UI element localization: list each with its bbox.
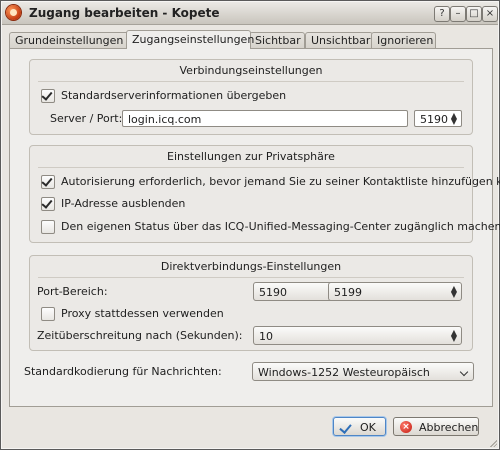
chevron-down-icon <box>459 367 469 377</box>
port-to-value: 5199 <box>334 286 362 299</box>
port-spinbox[interactable]: 5190 ▲ ▼ <box>414 110 462 127</box>
checkbox[interactable] <box>41 220 55 234</box>
checkbox-label: Proxy stattdessen verwenden <box>61 307 224 320</box>
tab-ignorieren[interactable]: Ignorieren <box>371 32 436 48</box>
port-value: 5190 <box>420 113 448 126</box>
server-input[interactable]: login.icq.com <box>122 110 408 127</box>
tab-panel: Verbindungseinstellungen Standardserveri… <box>9 48 500 407</box>
minimize-button[interactable]: – <box>450 6 466 22</box>
divider <box>38 81 464 82</box>
checkbox-label: Den eigenen Status über das ICQ-Unified-… <box>61 220 500 233</box>
timeout-value: 10 <box>259 330 273 343</box>
spin-arrows-icon[interactable]: ▲▼ <box>450 329 458 343</box>
dialog-window: Zugang bearbeiten - Kopete ? – □ × Grund… <box>0 0 500 450</box>
checkbox-label: Autorisierung erforderlich, bevor jemand… <box>61 175 500 188</box>
connection-settings-group: Verbindungseinstellungen Standardserveri… <box>29 59 473 135</box>
maximize-button[interactable]: □ <box>466 6 482 22</box>
timeout-label: Zeitüberschreitung nach (Sekunden): <box>37 329 243 342</box>
checkmark-icon <box>41 175 53 187</box>
port-range-to-spinbox[interactable]: 5199 ▲ ▼ <box>328 282 462 301</box>
ok-label: OK <box>360 421 376 434</box>
server-port-label: Server / Port: <box>50 112 123 125</box>
ok-button[interactable]: OK <box>333 417 386 436</box>
timeout-spinbox[interactable]: 10 ▲ ▼ <box>253 326 462 345</box>
resize-grip-icon[interactable] <box>488 438 497 447</box>
spin-arrows-icon[interactable]: ▲▼ <box>450 285 458 299</box>
privacy-settings-group: Einstellungen zur Privatsphäre Autorisie… <box>29 145 500 243</box>
kopete-app-icon[interactable] <box>6 5 21 20</box>
encoding-dropdown[interactable]: Windows-1252 Westeuropäisch <box>252 362 474 381</box>
cancel-icon: × <box>400 421 412 433</box>
window-title: Zugang bearbeiten - Kopete <box>29 6 220 20</box>
divider <box>38 167 464 168</box>
checkbox-label: Standardserverinformationen übergeben <box>61 89 287 102</box>
cancel-label: Abbrechen <box>419 421 479 434</box>
divider <box>38 277 464 278</box>
encoding-label: Standardkodierung für Nachrichten: <box>24 365 222 378</box>
checkmark-icon <box>339 421 352 434</box>
direct-connection-group: Direktverbindungs-Einstellungen Port-Ber… <box>29 255 473 351</box>
checkmark-icon <box>41 197 53 209</box>
spin-arrows-icon[interactable]: ▲▼ <box>450 112 458 126</box>
tab-unsichtbar[interactable]: Unsichtbar <box>305 32 373 48</box>
encoding-selected: Windows-1252 Westeuropäisch <box>258 366 430 379</box>
help-button[interactable]: ? <box>434 6 450 22</box>
cancel-button[interactable]: × Abbrechen <box>393 417 479 436</box>
group-title: Direktverbindungs-Einstellungen <box>160 260 342 273</box>
tab-sichtbar[interactable]: Sichtbar <box>249 32 305 48</box>
checkbox[interactable] <box>41 307 55 321</box>
checkbox[interactable] <box>41 175 55 189</box>
checkbox-label: IP-Adresse ausblenden <box>61 197 186 210</box>
tab-zugangseinstellungen[interactable]: Zugangseinstellungen <box>126 30 254 49</box>
title-bar[interactable]: Zugang bearbeiten - Kopete ? – □ × <box>2 2 498 25</box>
tab-grundeinstellungen[interactable]: Grundeinstellungen <box>9 32 129 48</box>
checkbox[interactable] <box>41 197 55 211</box>
checkmark-icon <box>41 89 53 101</box>
group-title: Einstellungen zur Privatsphäre <box>167 150 335 163</box>
checkbox[interactable] <box>41 89 55 103</box>
port-range-label: Port-Bereich: <box>37 285 108 298</box>
close-button[interactable]: × <box>482 6 498 22</box>
group-title: Verbindungseinstellungen <box>179 64 323 77</box>
port-from-value: 5190 <box>259 286 287 299</box>
